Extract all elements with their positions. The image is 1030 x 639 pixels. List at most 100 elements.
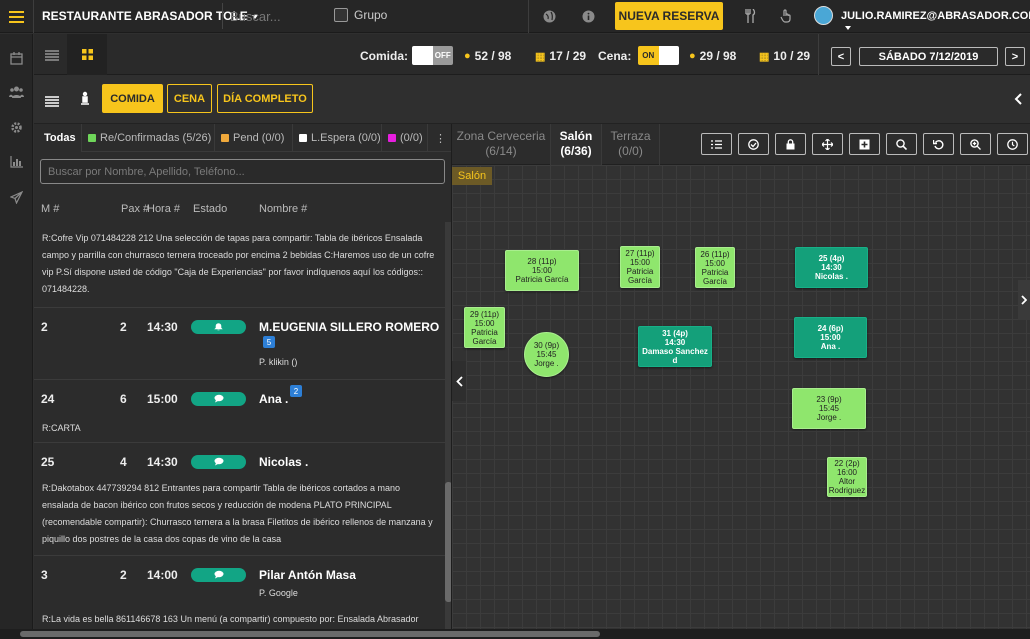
col-mesa[interactable]: M # — [41, 203, 59, 215]
move-icon[interactable] — [812, 133, 843, 155]
undo-icon[interactable] — [923, 133, 954, 155]
table-time: 15:00 — [820, 333, 841, 342]
date-display[interactable]: SÁBADO 7/12/2019 — [859, 47, 998, 66]
scrollbar-thumb[interactable] — [20, 631, 600, 637]
col-pax[interactable]: Pax # — [121, 203, 149, 215]
table-23[interactable]: 23 (9p) 15:45 Jorge . — [792, 388, 866, 429]
dia-completo-button[interactable]: DÍA COMPLETO — [217, 84, 313, 113]
table-22[interactable]: 22 (2p) 16:00 Altor Rodriguez — [827, 457, 867, 497]
reservation-time: 14:00 — [147, 568, 178, 582]
cena-filter-button[interactable]: CENA — [167, 84, 212, 113]
table-row[interactable]: 25 4 14:30 Nicolas . R:Dakotabox 4477392… — [34, 443, 446, 556]
guest-name[interactable]: Ana . — [259, 392, 288, 406]
tab-terraza[interactable]: Terraza (0/0) — [602, 124, 660, 165]
utensils-icon[interactable] — [742, 8, 758, 24]
table-28[interactable]: 28 (11p) 15:00 Patricia García — [505, 250, 579, 291]
col-nombre[interactable]: Nombre # — [259, 203, 307, 215]
calendar-icon[interactable] — [8, 50, 24, 66]
scrollbar-thumb[interactable] — [445, 482, 451, 602]
list-tool-icon[interactable] — [701, 133, 732, 155]
status-badge[interactable] — [191, 568, 246, 582]
table-29[interactable]: 29 (11p) 15:00 Patricia García — [464, 307, 505, 348]
tab-pendientes[interactable]: Pend (0/0) — [215, 124, 293, 152]
table-27[interactable]: 27 (11p) 15:00 Patricia García — [620, 246, 660, 288]
reservation-search-input[interactable] — [40, 159, 445, 184]
collapse-list-icon[interactable] — [452, 361, 466, 401]
list-item[interactable]: R:Cofre Vip 071484228 212 Una selección … — [34, 222, 446, 308]
users-icon[interactable] — [8, 84, 24, 100]
cena-toggle[interactable]: ON — [638, 46, 679, 65]
tab-confirmadas[interactable]: Re/Confirmadas (5/26) — [82, 124, 215, 152]
status-badge[interactable] — [191, 320, 246, 334]
tab-label: Pend (0/0) — [233, 132, 285, 144]
tab-label: (0/0) — [400, 132, 423, 144]
comida-toggle[interactable]: OFF — [412, 46, 453, 65]
search-input[interactable] — [222, 3, 322, 29]
status-badge[interactable] — [191, 392, 246, 406]
more-options-icon[interactable]: ⋮ — [428, 124, 451, 152]
person-icon[interactable] — [79, 91, 91, 111]
guest-name[interactable]: Nicolas . — [259, 455, 308, 469]
list-scrollbar[interactable] — [445, 222, 451, 639]
table-26[interactable]: 26 (11p) 15:00 Patricia García — [695, 247, 735, 288]
expand-panel-icon[interactable] — [1018, 280, 1030, 320]
collapse-icon[interactable] — [1014, 93, 1022, 108]
left-rail — [0, 34, 33, 639]
next-day-button[interactable]: > — [1005, 47, 1025, 66]
reservation-time: 14:30 — [147, 320, 178, 334]
check-circle-icon[interactable] — [738, 133, 769, 155]
info-icon[interactable] — [580, 8, 596, 24]
grid-view-icon[interactable] — [67, 34, 107, 75]
table-row[interactable]: 2 2 14:30 M.EUGENIA SILLERO ROMERO 5 P. … — [34, 308, 446, 380]
floor-plan-canvas[interactable]: Salón 28 (11p) 15:00 Patricia García 27 … — [452, 165, 1030, 639]
table-30[interactable]: 30 (9p) 15:45 Jorge . — [524, 332, 569, 377]
table-24[interactable]: 24 (6p) 15:00 Ana . — [794, 317, 867, 358]
menu-icon[interactable] — [0, 0, 33, 33]
tab-otros[interactable]: (0/0) — [382, 124, 428, 152]
paper-plane-icon[interactable] — [8, 189, 24, 205]
prev-day-button[interactable]: < — [831, 47, 851, 66]
comida-filter-button[interactable]: COMIDA — [102, 84, 163, 113]
search-zoom-icon[interactable] — [886, 133, 917, 155]
avatar[interactable] — [814, 6, 833, 25]
list-view-icon[interactable] — [45, 48, 59, 66]
table-number: 29 (11p) — [469, 309, 500, 319]
grupo-checkbox[interactable]: Grupo — [334, 8, 387, 22]
col-hora[interactable]: Hora # — [147, 203, 180, 215]
table-time: 15:00 — [704, 258, 726, 268]
lock-icon[interactable] — [775, 133, 806, 155]
tab-salon[interactable]: Salón (6/36) — [551, 124, 602, 165]
table-row[interactable]: 3 2 14:00 Pilar Antón Masa P. Google R:L… — [34, 556, 446, 636]
tab-lista-espera[interactable]: L.Espera (0/0) — [293, 124, 382, 152]
guest-name[interactable]: Pilar Antón Masa — [259, 568, 356, 582]
globe-icon[interactable] — [541, 8, 557, 24]
table-time: 15:00 — [531, 266, 553, 275]
mesa-number: 3 — [41, 568, 48, 582]
tab-todas[interactable]: Todas — [34, 124, 82, 152]
tab-zona-cerveceria[interactable]: Zona Cerveceria (6/14) — [452, 124, 551, 165]
area-label: Salón — [452, 167, 492, 185]
reservation-note: R:Cofre Vip 071484228 212 Una selección … — [42, 233, 435, 294]
list-icon[interactable] — [45, 94, 59, 112]
col-estado[interactable]: Estado — [193, 203, 227, 215]
zone-count: (6/36) — [560, 144, 592, 158]
guest-name[interactable]: M.EUGENIA SILLERO ROMERO — [259, 320, 439, 334]
table-number: 28 (11p) — [527, 257, 557, 266]
hand-pointer-icon[interactable] — [778, 8, 794, 24]
tables-value: 10 / 29 — [773, 49, 811, 63]
gear-icon[interactable] — [8, 119, 24, 135]
nueva-reserva-button[interactable]: NUEVA RESERVA — [615, 2, 723, 30]
mesa-number: 25 — [41, 455, 55, 469]
checkbox[interactable] — [334, 8, 348, 22]
zoom-in-icon[interactable] — [960, 133, 991, 155]
status-badge[interactable] — [191, 455, 246, 469]
table-31[interactable]: 31 (4p) 14:30 Damaso Sanchez d — [638, 326, 712, 367]
add-table-icon[interactable] — [849, 133, 880, 155]
user-menu[interactable]: JULIO.RAMIREZ@ABRASADOR.COM — [841, 10, 1030, 34]
horizontal-scrollbar[interactable] — [0, 629, 1030, 639]
clock-icon[interactable] — [997, 133, 1028, 155]
table-25[interactable]: 25 (4p) 14:30 Nicolas . — [795, 247, 868, 288]
bar-chart-icon[interactable] — [8, 154, 24, 170]
status-dot — [221, 134, 229, 142]
table-row[interactable]: 24 6 15:00 Ana . 2 R:CARTA — [34, 380, 446, 443]
